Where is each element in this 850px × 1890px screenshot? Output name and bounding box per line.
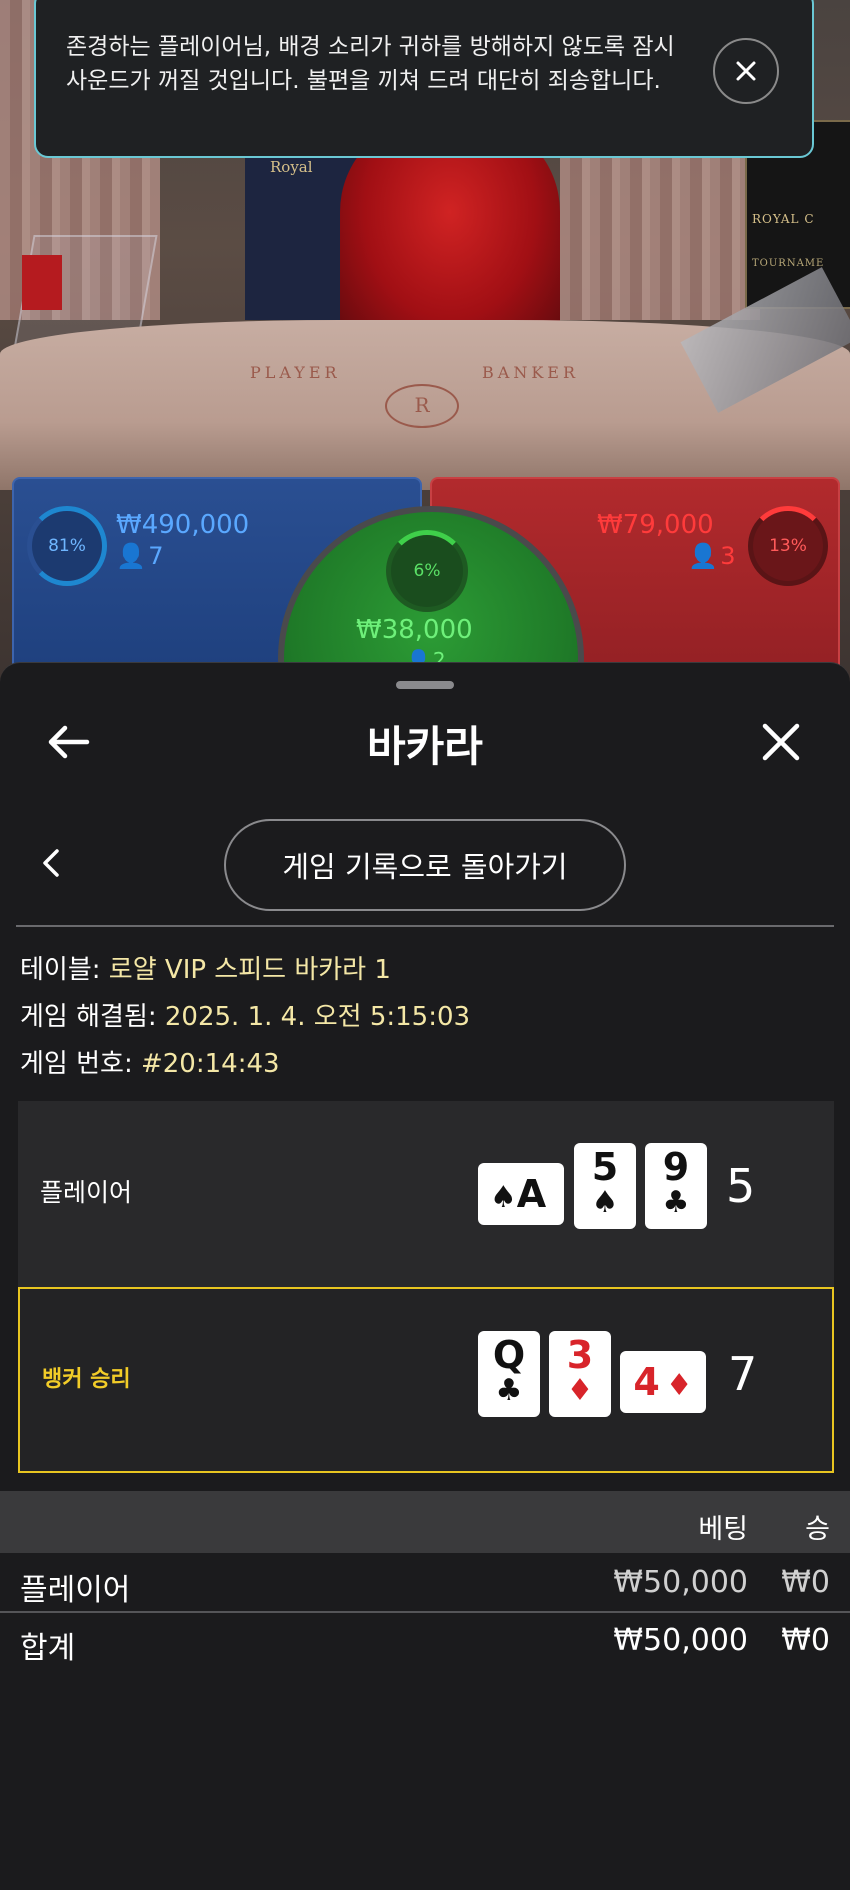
close-icon [762, 723, 800, 761]
total-win-amount: ₩0 [781, 1623, 830, 1658]
table-logo: R [385, 384, 459, 428]
banker-card-2-suit: ♦ [566, 1373, 594, 1408]
banker-card-3-suit: ♦ [665, 1368, 693, 1403]
table-total-row: 합계 ₩50,000 ₩0 [0, 1613, 850, 1669]
player-card-2: 5 ♠ [574, 1143, 636, 1229]
banker-card-3-rank: 4 [633, 1360, 660, 1404]
banker-card-2-rank: 3 [566, 1333, 594, 1377]
banker-percent-ring: 13% [748, 506, 828, 586]
toast-close-button[interactable] [713, 38, 779, 104]
win-column-header: 승 [805, 1514, 830, 1545]
player-score: 5 [726, 1159, 756, 1213]
return-to-history-button[interactable]: 게임 기록으로 돌아가기 [224, 819, 626, 911]
player-card-2-rank: 5 [591, 1145, 619, 1189]
row-bet-name: 플레이어 [20, 1573, 131, 1608]
divider [16, 925, 834, 927]
player-card-3: 9 ♣ [645, 1143, 707, 1229]
banker-win-label: 뱅커 승리 [42, 1367, 131, 1392]
sound-notice-toast: 존경하는 플레이어님, 배경 소리가 귀하를 방해하지 않도록 잠시 사운드가 … [34, 0, 814, 158]
player-percent-ring: 81% [27, 506, 107, 586]
banker-card-3: 4 ♦ [620, 1351, 706, 1413]
banker-card-1-suit: ♣ [495, 1373, 523, 1408]
table-info: 테이블: 로얄 VIP 스피드 바카라 1 [20, 949, 391, 986]
banker-total-amount: ₩79,000 [597, 510, 714, 540]
total-label: 합계 [20, 1631, 76, 1666]
banker-count-value: 3 [720, 542, 736, 570]
user-icon: 👤 [688, 542, 718, 570]
royal-sign-text: Royal [270, 158, 313, 176]
row-bet-amount: ₩50,000 [613, 1565, 748, 1600]
table-info-label: 테이블: [20, 955, 109, 985]
bet-column-header: 베팅 [698, 1514, 748, 1545]
total-bet-amount: ₩50,000 [613, 1623, 748, 1658]
player-card-3-rank: 9 [662, 1145, 690, 1189]
player-card-1: ♠A [478, 1163, 564, 1225]
sheet-title: 바카라 [367, 722, 483, 771]
player-card-1-suit: ♠ [489, 1180, 517, 1215]
plaque-subtitle: TOURNAME [752, 258, 825, 269]
banker-card-2: 3 ♦ [549, 1331, 611, 1417]
bets-table-header: 베팅 승 [0, 1491, 850, 1553]
player-hand-label: 플레이어 [40, 1178, 133, 1207]
tie-percent-ring: 6% [386, 530, 468, 612]
red-card-holder [22, 255, 62, 310]
close-icon [736, 61, 756, 81]
user-icon: 👤 [116, 542, 146, 570]
previous-button[interactable] [36, 843, 66, 883]
player-hand-row: 플레이어 ♠A 5 ♠ 9 ♣ 5 [18, 1101, 834, 1287]
banker-hand-row: 뱅커 승리 Q ♣ 3 ♦ 4 ♦ 7 [18, 1287, 834, 1473]
plaque-title: ROYAL C [752, 212, 815, 226]
game-number-label: 게임 번호: [20, 1049, 141, 1079]
game-history-sheet: 바카라 게임 기록으로 돌아가기 테이블: 로얄 VIP 스피드 바카라 1 게… [0, 662, 850, 1890]
player-total-amount: ₩490,000 [116, 510, 250, 540]
player-bettor-count: 👤 7 [116, 542, 164, 570]
game-number-value: #20:14:43 [140, 1049, 280, 1079]
banker-card-1: Q ♣ [478, 1331, 540, 1417]
chevron-left-icon [43, 849, 59, 877]
table-banker-label: BANKER [482, 363, 579, 382]
player-card-3-suit: ♣ [662, 1185, 690, 1220]
table-row: 플레이어 ₩50,000 ₩0 [0, 1555, 850, 1613]
toast-message: 존경하는 플레이어님, 배경 소리가 귀하를 방해하지 않도록 잠시 사운드가 … [66, 34, 675, 94]
tie-total-amount: ₩38,000 [356, 615, 473, 645]
row-win-amount: ₩0 [781, 1565, 830, 1600]
player-card-1-rank: A [516, 1172, 547, 1216]
table-player-label: PLAYER [250, 363, 341, 382]
resolved-info: 게임 해결됨: 2025. 1. 4. 오전 5:15:03 [20, 996, 470, 1033]
banker-score: 7 [728, 1347, 758, 1401]
resolved-info-value: 2025. 1. 4. 오전 5:15:03 [164, 1002, 471, 1032]
game-number-info: 게임 번호: #20:14:43 [20, 1043, 280, 1080]
resolved-info-label: 게임 해결됨: [20, 1002, 165, 1032]
close-button[interactable] [756, 717, 806, 767]
player-count-value: 7 [148, 542, 164, 570]
player-card-2-suit: ♠ [591, 1185, 619, 1220]
table-info-value: 로얄 VIP 스피드 바카라 1 [108, 955, 391, 985]
sheet-drag-handle[interactable] [396, 681, 454, 689]
banker-bettor-count: 👤 3 [688, 542, 736, 570]
banker-card-1-rank: Q [492, 1333, 526, 1377]
